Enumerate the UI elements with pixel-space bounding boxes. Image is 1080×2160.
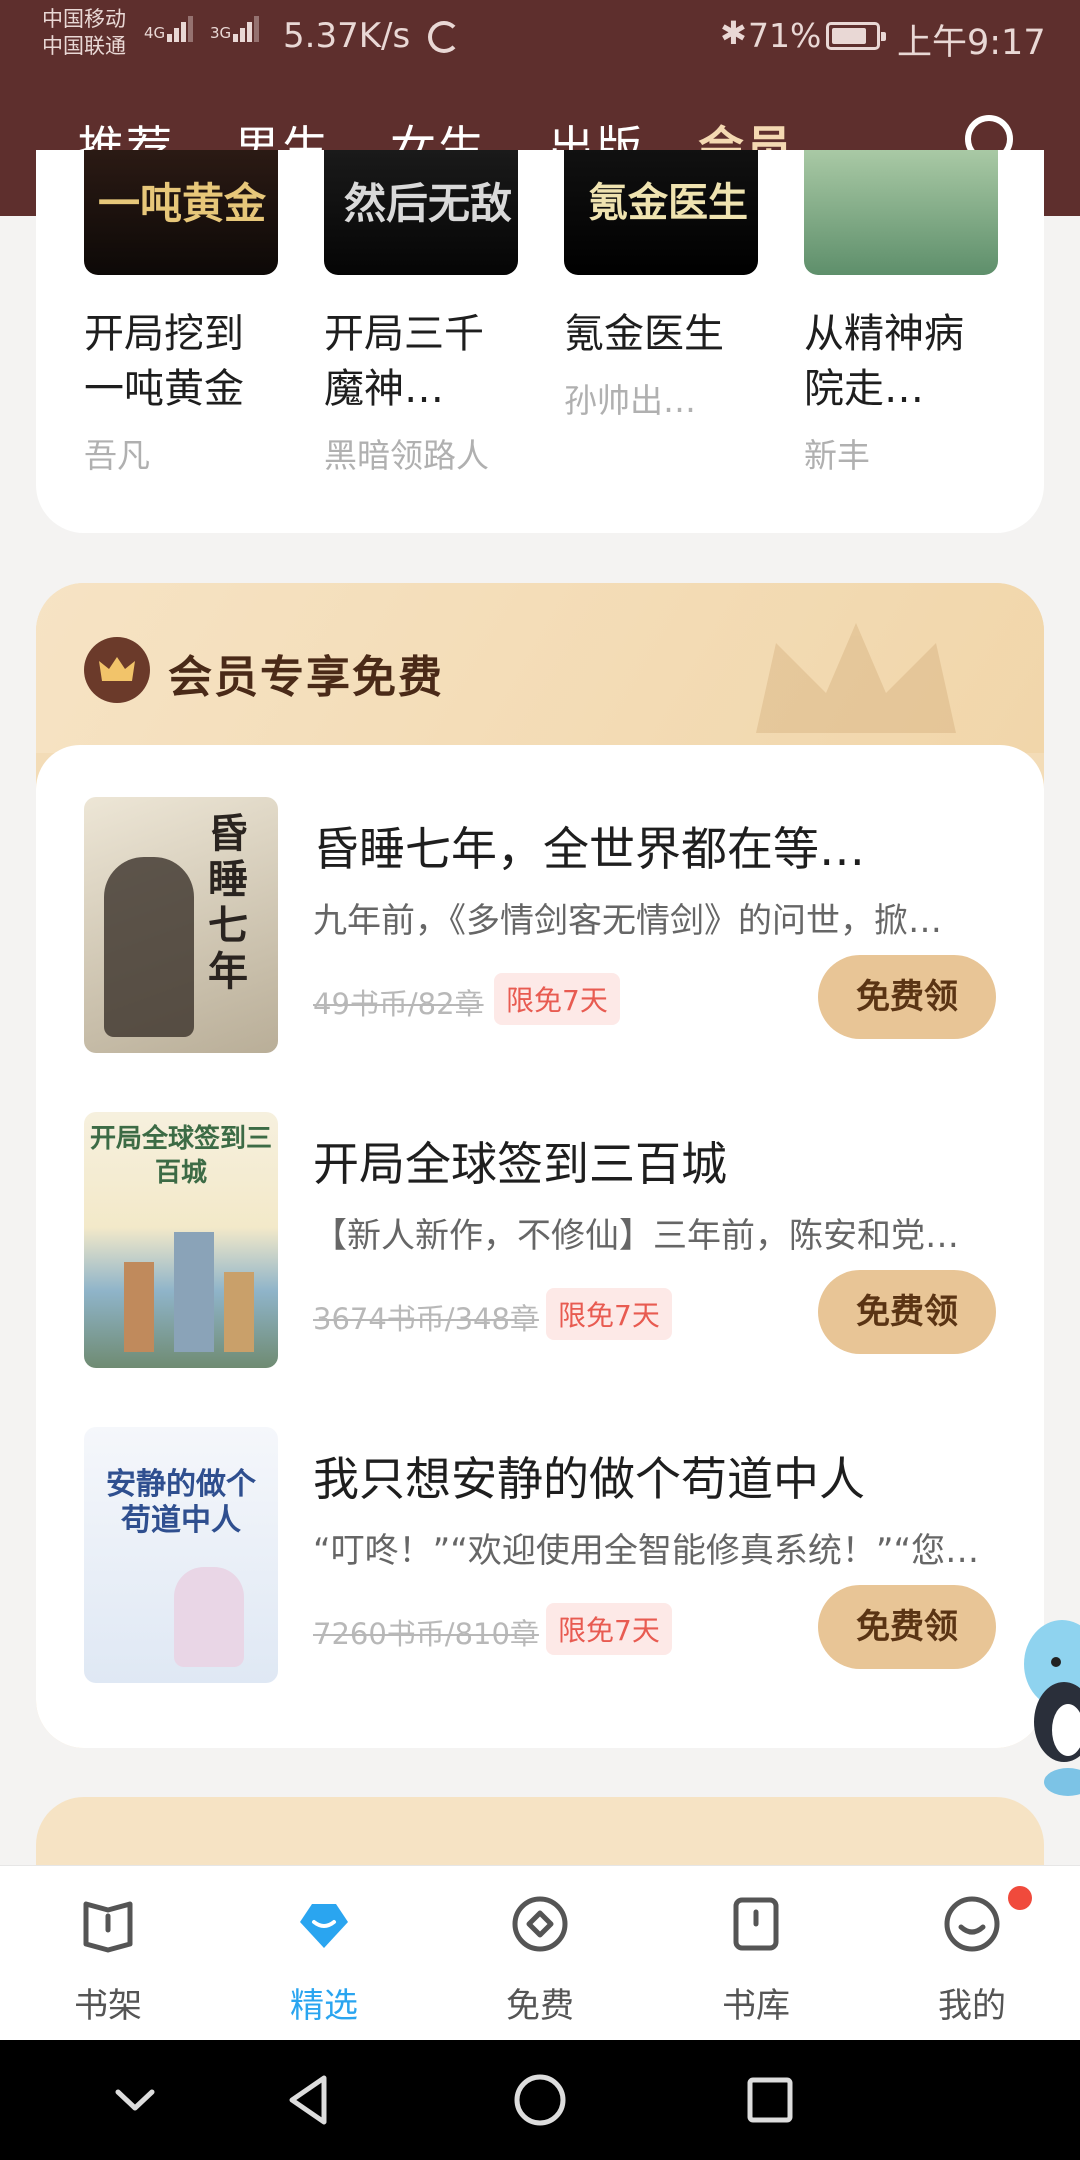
featured-icon xyxy=(300,1904,348,1948)
book-cover: 安静的做个苟道中人 xyxy=(84,1427,278,1683)
nav-library[interactable]: 书库 xyxy=(648,1866,864,2041)
nav-label: 书库 xyxy=(722,1986,790,2026)
book-description: “叮咚！”“欢迎使用全智能修真系统！”“您… xyxy=(313,1531,980,1571)
book-cover: 开局全球签到三百城 xyxy=(84,1112,278,1368)
book-title: 我只想安静的做个苟道中人 xyxy=(313,1452,865,1506)
carrier-2: 中国联通 xyxy=(42,34,126,58)
bottom-navigation: 书架 精选 免费 书库 我的 xyxy=(0,1865,1080,2040)
book-item[interactable]: 氪金医生 氪金医生 孙帅出… xyxy=(564,150,758,422)
free-icon xyxy=(512,1896,568,1952)
claim-free-button[interactable]: 免费领 xyxy=(818,1270,996,1354)
original-price: 7260书币/810章 xyxy=(313,1617,539,1651)
list-item[interactable]: 安静的做个苟道中人 我只想安静的做个苟道中人 “叮咚！”“欢迎使用全智能修真系统… xyxy=(36,1403,1044,1683)
carrier-1: 中国移动 xyxy=(42,7,126,31)
book-cover: 然后无敌 xyxy=(324,150,518,275)
list-item[interactable]: 昏睡七年 昏睡七年，全世界都在等… 九年前，《多情剑客无情剑》的问世，掀… 49… xyxy=(36,773,1044,1053)
mascot-icon[interactable] xyxy=(1016,1604,1080,1810)
cover-title: 安静的做个苟道中人 xyxy=(106,1467,256,1538)
original-price: 49书币/82章 xyxy=(313,987,484,1021)
book-author: 孙帅出… xyxy=(564,381,696,420)
nav-featured[interactable]: 精选 xyxy=(216,1866,432,2041)
battery-icon xyxy=(826,22,886,50)
signal-2-label: 3G xyxy=(210,24,232,42)
network-speed: 5.37K/s xyxy=(283,16,411,56)
book-title: 氪金医生 xyxy=(564,311,724,357)
member-section-header: 会员专享免费 xyxy=(36,583,1044,753)
original-price: 3674书币/348章 xyxy=(313,1302,539,1336)
signal-1-label: 4G xyxy=(144,24,166,42)
nav-label: 我的 xyxy=(938,1986,1006,2026)
book-description: 九年前，《多情剑客无情剑》的问世，掀… xyxy=(313,901,942,941)
crown-icon xyxy=(84,637,150,703)
signal-2-icon: 3G xyxy=(210,16,260,42)
loading-icon xyxy=(428,21,460,53)
clock: 上午9:17 xyxy=(897,23,1046,63)
nav-label: 免费 xyxy=(506,1986,574,2026)
nav-profile[interactable]: 我的 xyxy=(864,1866,1080,2041)
system-navigation-bar xyxy=(0,2040,1080,2160)
back-icon[interactable] xyxy=(280,2070,340,2130)
member-free-section: 会员专享免费 昏睡七年 昏睡七年，全世界都在等… 九年前，《多情剑客无情剑》的问… xyxy=(36,583,1044,1748)
list-item[interactable]: 开局全球签到三百城 开局全球签到三百城 【新人新作，不修仙】三年前，陈安和党… … xyxy=(36,1088,1044,1368)
status-bar: 中国移动 中国联通 4G 3G 5.37K/s ✱ 71% 上午9:17 xyxy=(0,0,1080,72)
battery-percent: 71% xyxy=(748,16,822,55)
book-title: 开局挖到 一吨黄金 xyxy=(84,311,244,412)
book-item[interactable]: 从精神病 院走… 新丰 xyxy=(804,150,998,477)
nav-free[interactable]: 免费 xyxy=(432,1866,648,2041)
nav-bookshelf[interactable]: 书架 xyxy=(0,1866,216,2041)
book-author: 吾凡 xyxy=(84,436,150,475)
profile-icon xyxy=(944,1896,1000,1952)
book-cover: 一吨黄金 xyxy=(84,150,278,275)
home-icon[interactable] xyxy=(510,2070,570,2130)
nav-label: 书架 xyxy=(74,1986,142,2026)
book-row-card: 一吨黄金 开局挖到 一吨黄金 吾凡 然后无敌 开局三千 魔神… 黑暗领路人 氪金医生… xyxy=(36,150,1044,533)
book-item[interactable]: 一吨黄金 开局挖到 一吨黄金 吾凡 xyxy=(84,150,278,477)
carrier-info: 中国移动 中国联通 xyxy=(42,6,126,60)
cover-title: 氪金医生 xyxy=(588,180,748,226)
claim-free-button[interactable]: 免费领 xyxy=(818,1585,996,1669)
book-title: 开局三千 魔神… xyxy=(324,311,484,412)
limited-free-badge: 限免7天 xyxy=(546,1288,672,1340)
signal-1-icon: 4G xyxy=(144,16,194,42)
crown-watermark-icon xyxy=(756,623,956,733)
book-title: 昏睡七年，全世界都在等… xyxy=(313,822,865,876)
cover-title: 开局全球签到三百城 xyxy=(90,1124,273,1188)
book-description: 【新人新作，不修仙】三年前，陈安和党… xyxy=(313,1216,959,1256)
limited-free-badge: 限免7天 xyxy=(546,1603,672,1655)
book-author: 黑暗领路人 xyxy=(324,436,489,475)
nav-label: 精选 xyxy=(290,1986,358,2026)
claim-free-button[interactable]: 免费领 xyxy=(818,955,996,1039)
book-title: 从精神病 院走… xyxy=(804,311,964,412)
member-book-list: 昏睡七年 昏睡七年，全世界都在等… 九年前，《多情剑客无情剑》的问世，掀… 49… xyxy=(36,745,1044,1748)
book-cover: 昏睡七年 xyxy=(84,797,278,1053)
book-cover: 氪金医生 xyxy=(564,150,758,275)
section-title: 会员专享免费 xyxy=(168,652,444,703)
book-item[interactable]: 然后无敌 开局三千 魔神… 黑暗领路人 xyxy=(324,150,518,477)
cover-title: 昏睡七年 xyxy=(208,811,248,995)
book-author: 新丰 xyxy=(804,436,870,475)
book-title: 开局全球签到三百城 xyxy=(313,1137,727,1191)
hide-keyboard-icon[interactable] xyxy=(110,2070,160,2130)
notification-dot xyxy=(1008,1886,1032,1910)
limited-free-badge: 限免7天 xyxy=(494,973,620,1025)
cover-title: 一吨黄金 xyxy=(98,179,267,228)
recent-apps-icon[interactable] xyxy=(740,2070,800,2130)
book-cover xyxy=(804,150,998,275)
library-icon xyxy=(733,1897,779,1951)
cover-title: 然后无敌 xyxy=(344,179,513,228)
bookshelf-icon xyxy=(83,1901,133,1953)
bluetooth-icon: ✱ xyxy=(720,14,747,52)
